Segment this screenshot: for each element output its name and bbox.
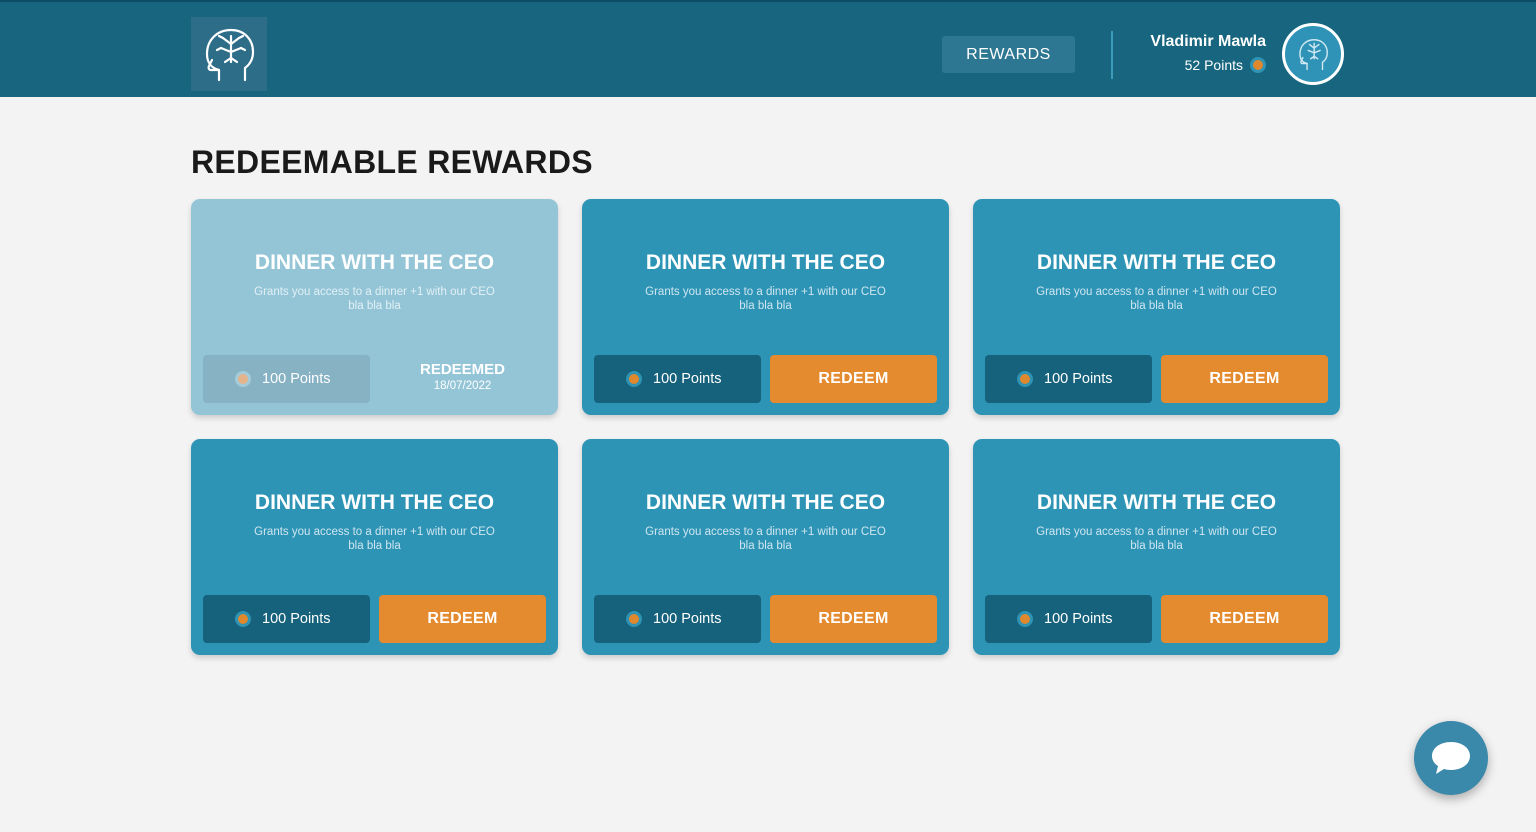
reward-title: DINNER WITH THE CEO [1036,491,1277,514]
reward-description-line: bla bla bla [348,300,401,312]
reward-description-line: Grants you access to a dinner +1 with ou… [645,286,886,298]
rewards-grid: DINNER WITH THE CEO Grants you access to… [191,199,1340,655]
redeem-button[interactable]: REDEEM [770,595,937,643]
reward-description-line: bla bla bla [1130,540,1183,552]
reward-card: DINNER WITH THE CEO Grants you access to… [973,199,1340,415]
reward-title: DINNER WITH THE CEO [1036,251,1277,274]
redeemed-date: 18/07/2022 [433,380,492,392]
header-divider [1111,31,1113,79]
points-coin-icon [626,611,642,627]
reward-points-label: 100 Points [1044,611,1113,627]
points-coin-icon [1017,371,1033,387]
reward-points: 100 Points [594,355,761,403]
reward-description-line: bla bla bla [348,540,401,552]
reward-points-label: 100 Points [1044,371,1113,387]
reward-title: DINNER WITH THE CEO [645,251,886,274]
reward-description-line: bla bla bla [1130,300,1183,312]
reward-description-line: bla bla bla [739,300,792,312]
top-bar: REWARDS Vladimir Mawla 52 Points [0,0,1536,97]
redeem-button[interactable]: REDEEM [1161,595,1328,643]
reward-points: 100 Points [985,355,1152,403]
points-coin-icon [1250,57,1266,73]
reward-description-line: Grants you access to a dinner +1 with ou… [1036,286,1277,298]
reward-points: 100 Points [203,355,370,403]
user-points: 52 Points [1185,57,1266,73]
reward-points: 100 Points [985,595,1152,643]
app-logo[interactable] [191,17,267,91]
reward-points-label: 100 Points [653,611,722,627]
reward-description: Grants you access to a dinner +1 with ou… [1028,525,1285,553]
reward-card: DINNER WITH THE CEO Grants you access to… [973,439,1340,655]
reward-description-line: Grants you access to a dinner +1 with ou… [254,286,495,298]
reward-card: DINNER WITH THE CEO Grants you access to… [582,199,949,415]
reward-points-label: 100 Points [653,371,722,387]
brain-head-icon [1299,39,1328,71]
user-name: Vladimir Mawla [1150,33,1266,50]
redeemed-label: REDEEMED [419,361,505,378]
reward-points: 100 Points [203,595,370,643]
reward-points-label: 100 Points [262,371,331,387]
reward-description-line: Grants you access to a dinner +1 with ou… [1036,526,1277,538]
redeem-button[interactable]: REDEEM [770,355,937,403]
redeemed-status: REDEEMED 18/07/2022 [379,361,546,392]
reward-card: DINNER WITH THE CEO Grants you access to… [191,199,558,415]
chat-button[interactable] [1414,721,1488,795]
reward-points: 100 Points [594,595,761,643]
reward-card: DINNER WITH THE CEO Grants you access to… [582,439,949,655]
reward-description: Grants you access to a dinner +1 with ou… [246,285,503,313]
points-coin-icon [626,371,642,387]
reward-title: DINNER WITH THE CEO [254,491,495,514]
reward-description: Grants you access to a dinner +1 with ou… [637,525,894,553]
reward-card: DINNER WITH THE CEO Grants you access to… [191,439,558,655]
reward-description: Grants you access to a dinner +1 with ou… [637,285,894,313]
reward-description: Grants you access to a dinner +1 with ou… [1028,285,1285,313]
reward-points-label: 100 Points [262,611,331,627]
page-title: REDEEMABLE REWARDS [191,144,593,180]
avatar[interactable] [1282,23,1344,85]
nav-rewards-button[interactable]: REWARDS [942,36,1075,73]
user-points-label: 52 Points [1184,57,1243,73]
reward-description: Grants you access to a dinner +1 with ou… [246,525,503,553]
brain-head-icon [205,28,255,82]
reward-description-line: Grants you access to a dinner +1 with ou… [645,526,886,538]
points-coin-icon [235,611,251,627]
redeem-button[interactable]: REDEEM [1161,355,1328,403]
reward-title: DINNER WITH THE CEO [254,251,495,274]
reward-title: DINNER WITH THE CEO [645,491,886,514]
reward-description-line: bla bla bla [739,540,792,552]
chat-bubble-icon [1432,742,1470,774]
redeem-button[interactable]: REDEEM [379,595,546,643]
reward-description-line: Grants you access to a dinner +1 with ou… [254,526,495,538]
points-coin-icon [1017,611,1033,627]
points-coin-icon [235,371,251,387]
